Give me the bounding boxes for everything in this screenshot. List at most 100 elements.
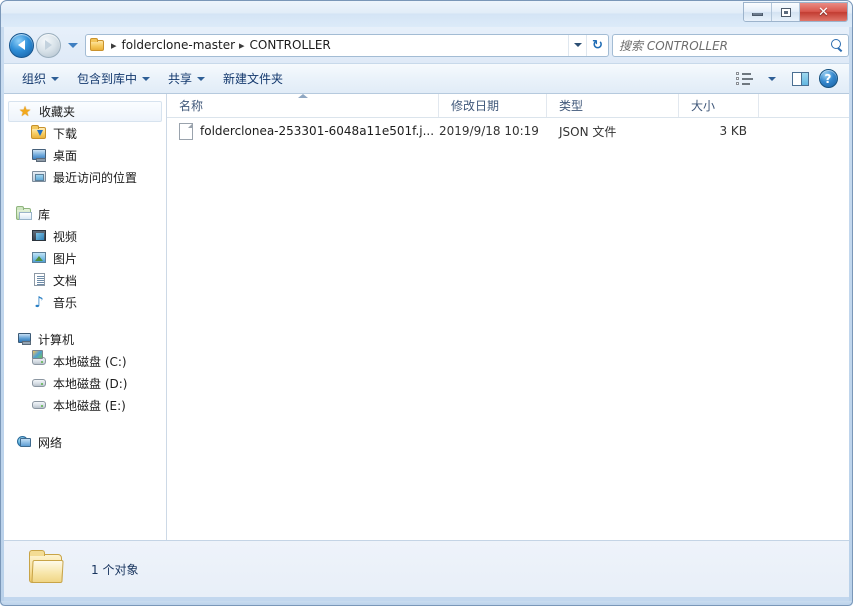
sidebar-item-label: 本地磁盘 (E:) <box>53 398 126 413</box>
file-name-label: folderclonea-253301-6048a11e501f.j... <box>200 124 435 138</box>
breadcrumb-item-1[interactable]: folderclone-master <box>122 38 235 52</box>
navigation-bar: ▸ folderclone-master ▸ CONTROLLER ↻ 搜索 C… <box>4 27 849 63</box>
chevron-down-icon <box>768 76 776 81</box>
sidebar-item-label: 视频 <box>53 229 78 244</box>
table-row[interactable]: folderclonea-253301-6048a11e501f.j... 20… <box>167 118 849 144</box>
minimize-button[interactable] <box>744 3 772 21</box>
column-header-size[interactable]: 大小 <box>679 94 759 117</box>
download-folder-icon <box>31 125 47 141</box>
window-edge-right <box>849 26 853 606</box>
search-icon <box>830 38 844 52</box>
address-bar[interactable]: ▸ folderclone-master ▸ CONTROLLER ↻ <box>85 33 609 57</box>
sidebar-item-pictures[interactable]: 图片 <box>4 247 166 269</box>
new-folder-button[interactable]: 新建文件夹 <box>214 67 292 90</box>
sidebar-item-label: 文档 <box>53 273 78 288</box>
address-bar-actions: ↻ <box>568 34 608 56</box>
drive-icon <box>31 375 47 391</box>
sidebar-item-videos[interactable]: 视频 <box>4 225 166 247</box>
column-headers: 名称 修改日期 类型 大小 <box>167 94 849 118</box>
chevron-down-icon <box>142 76 151 81</box>
sidebar-item-label: 桌面 <box>53 148 78 163</box>
folder-icon <box>89 37 106 53</box>
column-header-date[interactable]: 修改日期 <box>439 94 547 117</box>
organize-button[interactable]: 组织 <box>13 67 68 90</box>
document-icon <box>31 272 47 288</box>
sort-ascending-icon <box>297 94 308 98</box>
back-button[interactable] <box>9 32 34 58</box>
column-header-name[interactable]: 名称 <box>167 94 439 117</box>
sidebar-item-drive-d[interactable]: 本地磁盘 (D:) <box>4 372 166 394</box>
window-body: ★ 收藏夹 下载 桌面 最近访问的位置 库 视频 图片 文档 ♪ 音乐 计算机 … <box>4 94 849 540</box>
close-button[interactable]: ✕ <box>800 3 847 21</box>
column-header-label: 大小 <box>691 99 716 113</box>
sidebar-item-network[interactable]: 网络 <box>4 431 166 453</box>
sidebar-item-libraries[interactable]: 库 <box>4 203 166 225</box>
video-icon <box>31 228 47 244</box>
arrow-right-icon <box>45 40 52 50</box>
column-header-label: 修改日期 <box>451 99 500 113</box>
sidebar-item-music[interactable]: ♪ 音乐 <box>4 291 166 313</box>
preview-pane-button[interactable] <box>787 67 813 90</box>
organize-label: 组织 <box>22 72 47 86</box>
library-icon <box>16 206 32 222</box>
refresh-button[interactable]: ↻ <box>586 34 608 56</box>
navigation-pane: ★ 收藏夹 下载 桌面 最近访问的位置 库 视频 图片 文档 ♪ 音乐 计算机 … <box>4 94 167 540</box>
sidebar-item-desktop[interactable]: 桌面 <box>4 144 166 166</box>
star-icon: ★ <box>18 103 32 120</box>
chevron-down-icon <box>51 76 60 81</box>
share-label: 共享 <box>168 72 193 86</box>
sidebar-item-label: 本地磁盘 (C:) <box>53 354 127 369</box>
breadcrumb-separator: ▸ <box>111 38 117 52</box>
sidebar-item-recent-places[interactable]: 最近访问的位置 <box>4 166 166 188</box>
file-date-cell: 2019/9/18 10:19 <box>439 124 539 138</box>
title-bar[interactable]: ✕ <box>1 1 852 27</box>
new-folder-label: 新建文件夹 <box>223 72 284 86</box>
sidebar-item-label: 计算机 <box>38 332 75 347</box>
picture-icon <box>31 250 47 266</box>
list-view-icon <box>735 72 753 85</box>
sidebar-item-drive-c[interactable]: 本地磁盘 (C:) <box>4 350 166 372</box>
forward-button[interactable] <box>36 32 61 58</box>
preview-pane-icon <box>791 71 809 86</box>
status-text: 1 个对象 <box>91 562 139 577</box>
include-in-library-button[interactable]: 包含到库中 <box>68 67 159 90</box>
sidebar-item-label: 最近访问的位置 <box>53 170 138 185</box>
change-view-button[interactable] <box>731 67 757 90</box>
explorer-window: ✕ ▸ folderclone-master ▸ CONTROLLER ↻ 搜索… <box>0 0 853 606</box>
sidebar-item-drive-e[interactable]: 本地磁盘 (E:) <box>4 394 166 416</box>
file-size-cell: 3 KB <box>719 124 747 138</box>
restore-button[interactable] <box>772 3 800 21</box>
sidebar-item-label: 收藏夹 <box>39 105 76 119</box>
address-dropdown-button[interactable] <box>568 34 586 56</box>
help-button[interactable]: ? <box>815 67 841 90</box>
help-icon: ? <box>818 69 838 88</box>
search-box[interactable]: 搜索 CONTROLLER <box>612 33 849 57</box>
close-icon: ✕ <box>818 4 829 20</box>
sidebar-item-label: 库 <box>38 207 51 222</box>
sidebar-item-favorites[interactable]: ★ 收藏夹 <box>8 101 162 122</box>
status-bar: 1 个对象 <box>4 540 849 597</box>
view-dropdown-button[interactable] <box>759 67 785 90</box>
file-name-cell[interactable]: folderclonea-253301-6048a11e501f.j... <box>167 122 439 140</box>
sidebar-item-label: 网络 <box>38 435 63 450</box>
computer-icon <box>16 331 32 347</box>
sidebar-item-documents[interactable]: 文档 <box>4 269 166 291</box>
breadcrumb-separator: ▸ <box>239 38 245 52</box>
sidebar-item-label: 音乐 <box>53 295 78 310</box>
search-input[interactable]: 搜索 CONTROLLER <box>619 37 830 54</box>
recent-locations-button[interactable] <box>67 42 78 48</box>
breadcrumb-item-2[interactable]: CONTROLLER <box>250 38 331 52</box>
column-header-label: 名称 <box>179 99 204 113</box>
arrow-left-icon <box>18 40 25 50</box>
file-type-cell: JSON 文件 <box>559 124 617 139</box>
minimize-icon <box>752 13 763 16</box>
sidebar-item-computer[interactable]: 计算机 <box>4 328 166 350</box>
sidebar-item-label: 本地磁盘 (D:) <box>53 376 128 391</box>
command-bar: 组织 包含到库中 共享 新建文件夹 ? <box>4 63 849 94</box>
share-button[interactable]: 共享 <box>159 67 214 90</box>
sidebar-item-downloads[interactable]: 下载 <box>4 122 166 144</box>
column-header-type[interactable]: 类型 <box>547 94 679 117</box>
